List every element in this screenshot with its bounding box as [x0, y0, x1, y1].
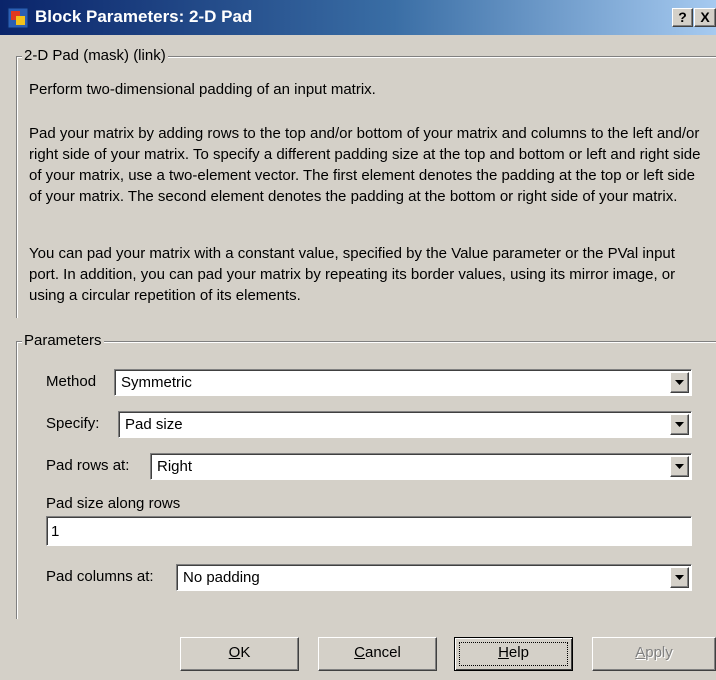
description-paragraph-1: Perform two-dimensional padding of an in…	[29, 81, 376, 98]
method-select[interactable]: Symmetric	[114, 369, 692, 396]
specify-label: Specify:	[46, 415, 100, 432]
pad-rows-at-select[interactable]: Right	[150, 453, 692, 480]
chevron-down-icon[interactable]	[670, 372, 689, 393]
chevron-down-icon[interactable]	[670, 567, 689, 588]
chevron-down-icon[interactable]	[670, 414, 689, 435]
description-paragraph-3: You can pad your matrix with a constant …	[29, 245, 676, 304]
parameters-group-title: Parameters	[22, 331, 104, 351]
pad-size-along-rows-input[interactable]	[46, 516, 692, 546]
specify-value: Pad size	[125, 416, 183, 433]
pad-columns-at-select[interactable]: No padding	[176, 564, 692, 591]
pad-columns-at-label: Pad columns at:	[46, 568, 154, 585]
help-title-button[interactable]: ?	[672, 8, 693, 27]
specify-select[interactable]: Pad size	[118, 411, 692, 438]
pad-columns-at-value: No padding	[183, 569, 260, 586]
pad-rows-at-label: Pad rows at:	[46, 457, 130, 474]
apply-label: pply	[645, 644, 673, 661]
simulink-block-icon	[7, 7, 29, 29]
apply-mnemonic: A	[635, 644, 646, 661]
close-button[interactable]: X	[694, 8, 716, 27]
window-title: Block Parameters: 2-D Pad	[35, 7, 253, 26]
cancel-label: ancel	[364, 644, 401, 661]
description-paragraph-2: Pad your matrix by adding rows to the to…	[29, 125, 701, 205]
method-label: Method	[46, 373, 97, 390]
help-mnemonic: H	[498, 644, 509, 661]
ok-button[interactable]: OK	[180, 637, 299, 671]
pad-rows-at-value: Right	[157, 458, 193, 475]
ok-label: K	[240, 644, 251, 661]
title-bar[interactable]: Block Parameters: 2-D Pad ? X	[0, 0, 716, 35]
cancel-mnemonic: C	[354, 644, 365, 661]
method-value: Symmetric	[121, 374, 192, 391]
pad-size-along-rows-label: Pad size along rows	[46, 495, 181, 512]
chevron-down-icon[interactable]	[670, 456, 689, 477]
help-button[interactable]: Help	[454, 637, 573, 671]
apply-button: Apply	[592, 637, 716, 671]
cancel-button[interactable]: Cancel	[318, 637, 437, 671]
description-group-title: 2-D Pad (mask) (link)	[22, 46, 168, 66]
help-label: elp	[508, 644, 529, 661]
block-parameters-dialog: Block Parameters: 2-D Pad ? X 2-D Pad (m…	[0, 0, 716, 680]
ok-mnemonic: O	[228, 644, 241, 661]
